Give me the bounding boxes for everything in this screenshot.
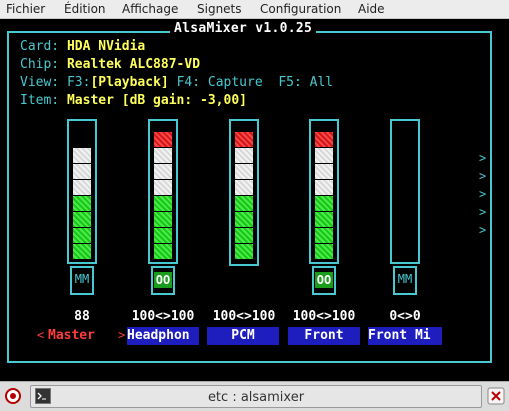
- level-segment: [73, 164, 91, 179]
- level-segment: [315, 148, 333, 163]
- master-mute-toggle[interactable]: MM: [70, 266, 94, 295]
- taskbar-window-button[interactable]: etc : alsamixer: [30, 385, 482, 408]
- taskbar-window-title: etc : alsamixer: [207, 390, 305, 405]
- view-f3-key[interactable]: F3:: [67, 75, 90, 90]
- channel-front[interactable]: Front: [288, 327, 360, 345]
- level-segment: [154, 148, 172, 163]
- front-mic-mute-toggle[interactable]: MM: [393, 266, 417, 295]
- channel-headphone[interactable]: Headphon: [127, 327, 199, 345]
- front-mic-volume-bar[interactable]: [390, 119, 420, 264]
- level-segment: [235, 212, 253, 227]
- menu-fichier[interactable]: Fichier: [6, 2, 45, 16]
- menu-signets[interactable]: Signets: [197, 2, 242, 16]
- level-segment: [154, 132, 172, 147]
- front-mic-volume-value: 0<>0: [389, 309, 421, 324]
- item-value: Master [dB gain: -3,00]: [66, 93, 247, 108]
- chip-line: Chip: Realtek ALC887-VD: [20, 57, 200, 72]
- master-volume-bar[interactable]: [67, 119, 97, 264]
- mixer-title: AlsaMixer v1.0.25: [170, 21, 317, 36]
- scroll-right-indicator: >: [479, 151, 487, 165]
- scroll-right-indicator: >: [479, 223, 487, 237]
- level-segment: [154, 244, 172, 259]
- item-line: Item: Master [dB gain: -3,00]: [20, 93, 247, 108]
- level-segment: [235, 180, 253, 195]
- level-segment: [73, 148, 91, 163]
- terminal-area[interactable]: AlsaMixer v1.0.25 Card: HDA NVidia Chip:…: [0, 19, 509, 379]
- level-segment: [154, 212, 172, 227]
- level-segment: [315, 196, 333, 211]
- item-label: Item:: [20, 93, 60, 108]
- level-segment: [315, 228, 333, 243]
- taskbar: etc : alsamixer: [0, 381, 509, 411]
- view-label: View:: [20, 75, 60, 90]
- selection-marker-left: <: [37, 328, 45, 342]
- channel-master[interactable]: Master: [48, 327, 116, 345]
- menu-affichage[interactable]: Affichage: [122, 2, 178, 16]
- card-label: Card:: [20, 39, 60, 54]
- close-icon[interactable]: [487, 387, 505, 405]
- level-segment: [315, 132, 333, 147]
- level-segment: [73, 196, 91, 211]
- level-segment: [235, 164, 253, 179]
- scroll-right-indicator: >: [479, 187, 487, 201]
- level-segment: [315, 212, 333, 227]
- view-f4-capture[interactable]: F4: Capture: [177, 75, 263, 90]
- level-segment: [154, 164, 172, 179]
- level-segment: [235, 148, 253, 163]
- card-line: Card: HDA NVidia: [20, 39, 145, 54]
- channel-front-mic[interactable]: Front Mi: [368, 327, 442, 345]
- front-volume-value: 100<>100: [292, 309, 356, 324]
- menu-configuration[interactable]: Configuration: [260, 2, 341, 16]
- chip-value: Realtek ALC887-VD: [66, 57, 201, 72]
- menu-bar: Fichier Édition Affichage Signets Config…: [0, 0, 509, 19]
- level-segment: [235, 132, 253, 147]
- view-line: View: F3:[Playback] F4: Capture F5: All: [20, 75, 333, 90]
- app-launcher-icon[interactable]: [4, 387, 22, 405]
- card-value: HDA NVidia: [66, 39, 146, 54]
- menu-aide[interactable]: Aide: [358, 2, 385, 16]
- master-volume-value: 88: [74, 309, 90, 324]
- level-segment: [235, 228, 253, 243]
- headphone-volume-value: 100<>100: [131, 309, 195, 324]
- level-segment: [315, 244, 333, 259]
- front-mute-toggle[interactable]: OO: [315, 272, 333, 288]
- headphone-mute-toggle[interactable]: OO: [154, 272, 172, 288]
- level-segment: [154, 196, 172, 211]
- menu-edition[interactable]: Édition: [64, 2, 106, 16]
- selection-marker-right: >: [118, 328, 126, 342]
- chip-label: Chip:: [20, 57, 60, 72]
- view-f3-playback[interactable]: [Playback]: [90, 75, 168, 90]
- channel-pcm[interactable]: PCM: [207, 327, 279, 345]
- pcm-volume-value: 100<>100: [212, 309, 276, 324]
- level-segment: [315, 180, 333, 195]
- level-segment: [154, 228, 172, 243]
- level-segment: [315, 164, 333, 179]
- front-volume-bar[interactable]: [309, 119, 339, 264]
- scroll-right-indicator: >: [479, 169, 487, 183]
- level-segment: [235, 196, 253, 211]
- level-segment: [73, 228, 91, 243]
- level-segment: [154, 180, 172, 195]
- level-segment: [73, 180, 91, 195]
- scroll-right-indicator: >: [479, 205, 487, 219]
- level-segment: [73, 244, 91, 259]
- headphone-volume-bar[interactable]: [148, 119, 178, 264]
- pcm-volume-bar[interactable]: [229, 119, 259, 266]
- view-f5-all[interactable]: F5: All: [278, 75, 333, 90]
- level-segment: [235, 244, 253, 259]
- level-segment: [73, 212, 91, 227]
